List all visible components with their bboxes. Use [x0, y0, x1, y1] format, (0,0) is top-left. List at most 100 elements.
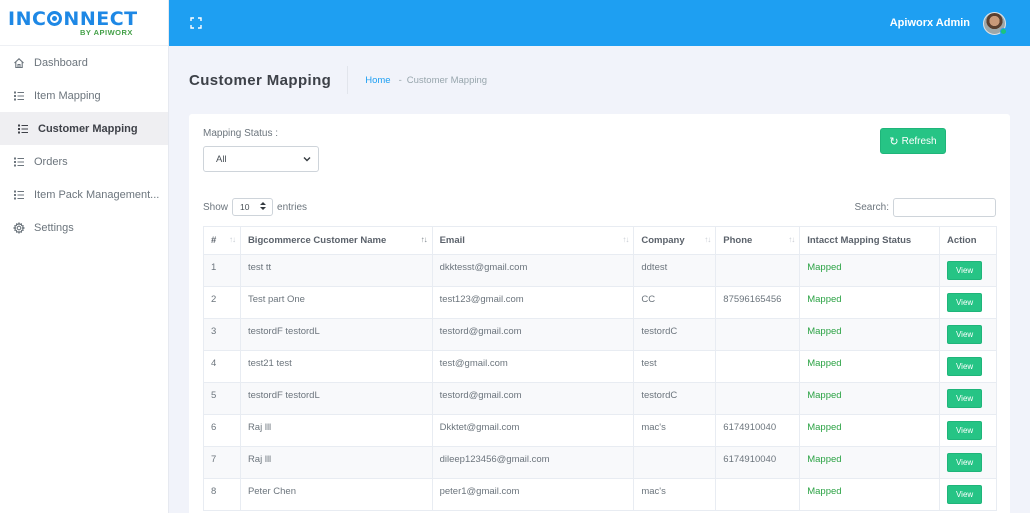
online-status-dot [1000, 27, 1007, 35]
table-row: 3 testordF testordL testord@gmail.com te… [203, 318, 998, 351]
cell-mapping-status: Mapped [799, 350, 940, 383]
column-header-company[interactable]: Company ↑↓ [633, 226, 717, 255]
sort-icon: ↑↓ [622, 235, 629, 244]
cell-mapping-status: Mapped [799, 382, 940, 415]
view-button[interactable]: View [946, 389, 983, 408]
cell-action: View [938, 382, 998, 415]
view-button[interactable]: View [946, 293, 983, 312]
column-header-number[interactable]: # ↑↓ [203, 226, 241, 255]
logo-tagline: BY APIWORX [80, 27, 133, 37]
cell-email: test123@gmail.com [431, 286, 635, 319]
logo-wordmark: INC NNECT [8, 9, 168, 29]
cell-phone [715, 478, 801, 511]
sidebar-item-item-mapping[interactable]: Item Mapping [0, 79, 168, 112]
table-row: 6 Raj lll Dkktet@gmail.com mac's 6174910… [203, 414, 998, 447]
cell-number: 4 [203, 350, 241, 383]
logo-text-prefix: INC [8, 7, 47, 30]
show-label: Show [203, 201, 229, 213]
view-button[interactable]: View [946, 261, 983, 280]
mapping-status-select[interactable]: All [203, 146, 319, 172]
table-row: 8 Peter Chen peter1@gmail.com mac's Mapp… [203, 478, 998, 511]
cell-email: testord@gmail.com [431, 318, 635, 351]
brand-logo[interactable]: INC NNECT BY APIWORX [0, 0, 168, 46]
column-header-email[interactable]: Email ↑↓ [431, 226, 635, 255]
column-header-label: Intacct Mapping Status [807, 235, 912, 246]
mapping-status-label: Mapping Status : [203, 128, 279, 139]
column-header-phone[interactable]: Phone ↑↓ [715, 226, 801, 255]
cell-phone [715, 254, 801, 287]
refresh-button-label: Refresh [901, 135, 937, 147]
cell-customer-name: Raj lll [239, 446, 433, 479]
breadcrumb: Home - Customer Mapping [365, 75, 487, 86]
breadcrumb-home-link[interactable]: Home [365, 75, 390, 86]
fullscreen-icon[interactable] [189, 16, 203, 30]
column-header-action: Action [938, 226, 998, 255]
sidebar-item-settings[interactable]: Settings [0, 211, 168, 244]
sidebar-item-label: Settings [34, 221, 74, 234]
cell-number: 5 [203, 382, 241, 415]
logo-signal-icon [47, 10, 63, 26]
refresh-button[interactable]: ↻ Refresh [880, 128, 946, 154]
cell-mapping-status: Mapped [799, 414, 940, 447]
column-header-label: # [211, 235, 217, 246]
refresh-icon: ↻ [889, 135, 899, 148]
customer-mapping-table: # ↑↓ Bigcommerce Customer Name ↑↓ Email ↑↓ … [203, 226, 998, 511]
column-header-label: Phone [723, 235, 753, 246]
sidebar-item-label: Orders [34, 155, 68, 168]
list-icon [17, 123, 29, 135]
user-name[interactable]: Apiworx Admin [890, 17, 970, 29]
cell-mapping-status: Mapped [799, 254, 940, 287]
breadcrumb-current: Customer Mapping [406, 74, 488, 86]
cell-email: testord@gmail.com [431, 382, 635, 415]
column-header-label: Company [641, 235, 685, 246]
cell-company: ddtest [633, 254, 717, 287]
search-input[interactable] [893, 198, 996, 217]
view-button[interactable]: View [946, 357, 983, 376]
view-button[interactable]: View [946, 453, 983, 472]
sidebar-item-label: Item Pack Management... [34, 188, 160, 201]
cell-mapping-status: Mapped [799, 446, 940, 479]
sidebar-item-orders[interactable]: Orders [0, 145, 168, 178]
sidebar-item-dashboard[interactable]: Dashboard [0, 46, 168, 79]
cell-mapping-status: Mapped [799, 286, 940, 319]
cell-action: View [938, 350, 998, 383]
entries-per-page-select[interactable]: 10 [232, 198, 274, 216]
cell-action: View [938, 254, 998, 287]
user-avatar[interactable] [983, 11, 1007, 35]
table-body: 1 test tt dkktesst@gmail.com ddtest Mapp… [203, 254, 998, 511]
table-row: 5 testordF testordL testord@gmail.com te… [203, 382, 998, 415]
sidebar-item-item-pack-management[interactable]: Item Pack Management... [0, 178, 168, 211]
cell-company [633, 446, 717, 479]
column-header-customer-name[interactable]: Bigcommerce Customer Name ↑↓ [239, 226, 433, 255]
cell-phone [715, 318, 801, 351]
table-row: 2 Test part One test123@gmail.com CC 875… [203, 286, 998, 319]
cell-customer-name: Raj lll [239, 414, 433, 447]
table-search: Search: [855, 198, 996, 217]
view-button[interactable]: View [946, 485, 983, 504]
entries-label: entries [277, 201, 308, 213]
gear-icon [13, 221, 25, 234]
cell-action: View [938, 478, 998, 511]
table-row: 1 test tt dkktesst@gmail.com ddtest Mapp… [203, 254, 998, 287]
view-button[interactable]: View [946, 325, 983, 344]
cell-email: test@gmail.com [431, 350, 635, 383]
cell-customer-name: test21 test [239, 350, 433, 383]
home-icon [13, 57, 25, 69]
sidebar-item-customer-mapping[interactable]: Customer Mapping [0, 112, 168, 145]
sort-updown-icon [260, 202, 267, 212]
cell-company: mac's [633, 414, 717, 447]
cell-mapping-status: Mapped [799, 318, 940, 351]
list-icon [13, 189, 25, 201]
breadcrumb-separator: - [398, 74, 402, 86]
cell-number: 1 [203, 254, 241, 287]
sort-icon: ↑↓ [420, 235, 428, 244]
cell-customer-name: testordF testordL [239, 382, 433, 415]
sidebar-item-label: Customer Mapping [38, 122, 138, 135]
customer-mapping-card: Mapping Status : All ↻ Refresh Show 10 e… [189, 114, 1010, 513]
sidebar-nav: Dashboard Item Mapping Customer Mapping … [0, 46, 168, 244]
cell-customer-name: Peter Chen [239, 478, 433, 511]
cell-action: View [938, 446, 998, 479]
page-header: Customer Mapping Home - Customer Mapping [189, 66, 487, 94]
cell-customer-name: Test part One [239, 286, 433, 319]
view-button[interactable]: View [946, 421, 983, 440]
